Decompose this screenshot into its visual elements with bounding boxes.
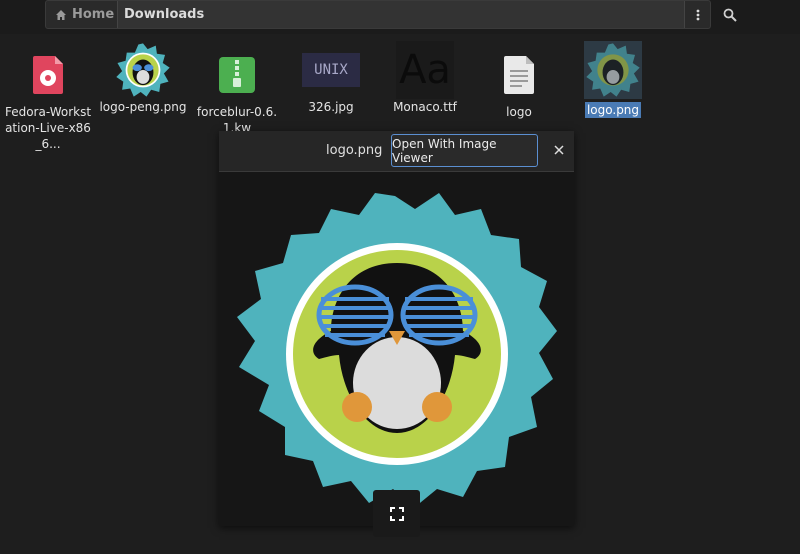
font-preview-thumbnail: Aa [396,41,454,99]
archive-zip-icon [208,46,266,104]
file-name: 326.jpg [308,100,354,114]
home-label: Home [72,7,115,22]
file-item[interactable]: logo-peng.png [98,41,188,115]
file-item[interactable]: Fedora-Workstation-Live-x86_6... [3,46,93,152]
fullscreen-button[interactable] [373,490,420,537]
file-name: Fedora-Workstation-Live-x86_6... [4,105,92,151]
text-document-icon [490,46,548,104]
close-icon [554,145,564,155]
close-preview-button[interactable] [551,142,567,158]
search-icon [723,8,737,22]
fullscreen-icon [389,506,404,521]
file-name: Monaco.ttf [393,100,457,114]
header-bar: Home Downloads [0,0,800,34]
unix-image-thumbnail: UNIX [302,41,360,99]
disc-image-icon [19,46,77,104]
penguin-logo-thumbnail [114,41,172,99]
preview-toolbar: logo.png Open With Image Viewer [219,131,574,172]
file-name: logo-peng.png [99,100,187,114]
file-item[interactable]: Aa Monaco.ttf [380,41,470,115]
file-name: logo [506,105,532,119]
preview-image [219,171,574,537]
file-item[interactable]: UNIX 326.jpg [286,41,376,115]
file-name: logo.png [584,102,642,118]
search-button[interactable] [718,3,742,27]
path-menu-button[interactable] [686,1,710,28]
path-segment-home[interactable]: Home [46,1,116,28]
font-sample-text: Aa [399,47,451,93]
path-bar: Home Downloads [45,0,711,29]
file-item[interactable]: forceblur-0.6.1.kw [192,46,282,136]
downloads-label: Downloads [124,7,205,22]
unix-thumbnail-text: UNIX [314,62,348,78]
path-segment-downloads[interactable]: Downloads [117,1,685,28]
home-icon [56,9,66,20]
quick-preview-popover: logo.png Open With Image Viewer [219,131,574,537]
preview-filename: logo.png [326,143,383,158]
penguin-logo-thumbnail [584,41,642,99]
open-with-image-viewer-button[interactable]: Open With Image Viewer [391,134,538,167]
file-item[interactable]: logo [474,46,564,120]
vertical-dots-icon [696,9,700,20]
file-item-selected[interactable]: logo.png [568,41,658,118]
